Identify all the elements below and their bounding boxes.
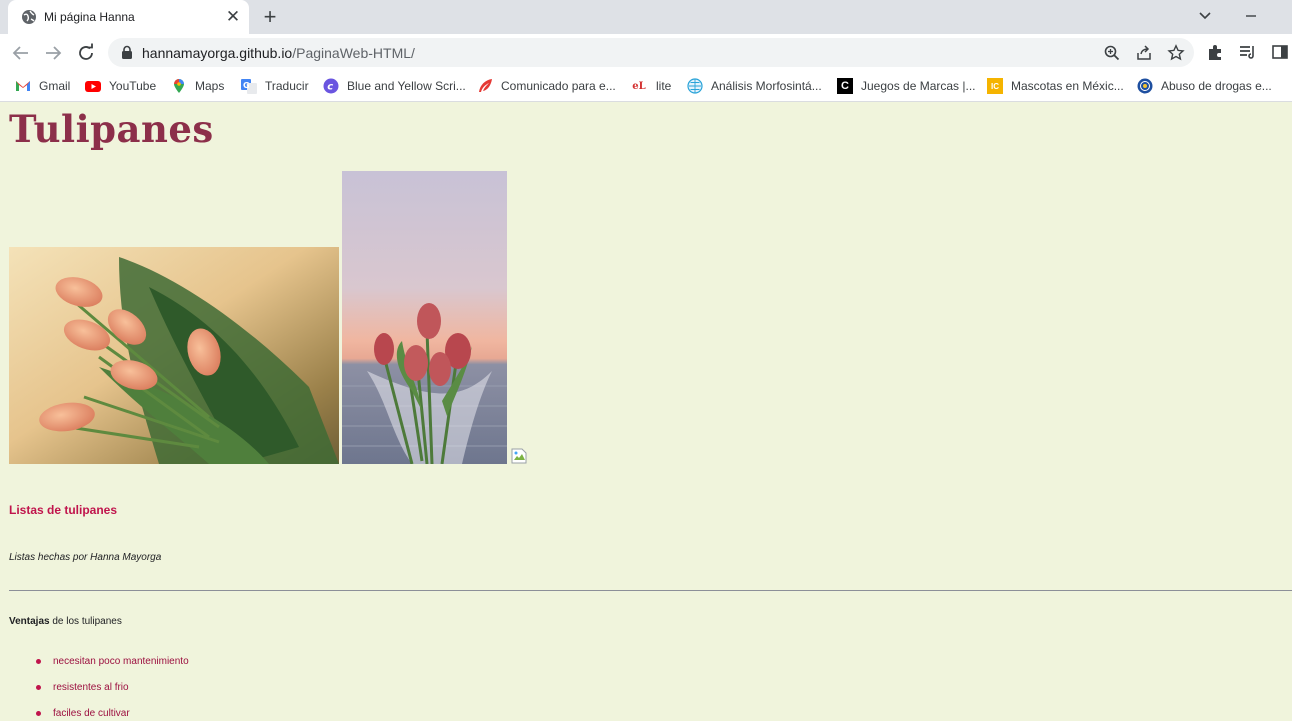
bullet-dot-icon <box>36 685 41 690</box>
list-item-text: resistentes al frio <box>53 682 129 693</box>
bullet-dot-icon <box>36 711 41 716</box>
page-title: Tulipanes <box>9 107 214 151</box>
url-text[interactable]: hannamayorga.github.io/PaginaWeb-HTML/ <box>142 45 415 61</box>
bookmark-traducir[interactable]: G Traducir <box>241 76 309 96</box>
ic-logo-icon: IC <box>987 78 1003 94</box>
zoom-icon[interactable] <box>1103 44 1121 62</box>
reload-icon[interactable] <box>75 42 97 64</box>
advantages-rest: de los tulipanes <box>49 616 122 627</box>
list-item-text: necesitan poco mantenimiento <box>53 656 189 667</box>
url-path: /PaginaWeb-HTML/ <box>292 45 415 61</box>
bookmark-youtube[interactable]: YouTube <box>85 76 156 96</box>
address-bar[interactable]: hannamayorga.github.io/PaginaWeb-HTML/ <box>108 38 1194 67</box>
minimize-window-icon[interactable] <box>1239 5 1263 27</box>
bookmark-mascotas[interactable]: IC Mascotas en Méxic... <box>987 76 1124 96</box>
bookmark-abuso[interactable]: Abuso de drogas e... <box>1137 76 1272 96</box>
bookmark-gmail[interactable]: Gmail <box>15 76 70 96</box>
gmail-icon <box>16 81 30 91</box>
bookmark-blue-yellow[interactable]: c Blue and Yellow Scri... <box>323 76 466 96</box>
seal-icon <box>1137 78 1153 94</box>
reading-list-icon[interactable] <box>1238 42 1258 62</box>
translate-icon: G <box>241 79 257 94</box>
globe-icon <box>687 78 703 94</box>
advantages-bold: Ventajas <box>9 616 50 627</box>
back-arrow-icon[interactable] <box>10 42 32 64</box>
bookmark-analisis[interactable]: Análisis Morfosintá... <box>687 76 822 96</box>
c-logo-icon: C <box>837 78 853 94</box>
horizontal-divider <box>9 590 1292 591</box>
el-lite-icon: eL <box>632 80 646 92</box>
side-panel-icon[interactable] <box>1270 42 1290 62</box>
tab-search-chevron-icon[interactable] <box>1193 5 1217 27</box>
page-content: Tulipanes Listas de tulipanes Listas hec… <box>0 103 1292 721</box>
share-icon[interactable] <box>1135 44 1153 62</box>
svg-text:c: c <box>327 82 333 93</box>
tulips-on-fabric-photo <box>9 247 339 464</box>
broken-image-icon <box>511 448 527 464</box>
byline-text: Listas hechas por Hanna Mayorga <box>9 552 162 563</box>
tab-title: Mi página Hanna <box>44 10 135 24</box>
bookmark-lite[interactable]: eL lite <box>630 76 671 96</box>
bookmark-juegos[interactable]: C Juegos de Marcas |... <box>837 76 976 96</box>
tab-strip: Mi página Hanna ✕ + <box>0 0 1292 34</box>
lock-icon[interactable] <box>120 45 134 60</box>
forward-arrow-icon[interactable] <box>42 42 64 64</box>
globe-icon <box>22 10 36 24</box>
bookmarks-bar: Gmail YouTube Maps G Traducir c Blue and… <box>0 71 1292 102</box>
new-tab-button[interactable]: + <box>260 6 280 28</box>
browser-toolbar: hannamayorga.github.io/PaginaWeb-HTML/ <box>0 34 1292 71</box>
bookmark-comunicado[interactable]: Comunicado para e... <box>477 76 616 96</box>
bookmark-maps[interactable]: Maps <box>171 76 224 96</box>
lists-heading: Listas de tulipanes <box>9 503 118 517</box>
extensions-puzzle-icon[interactable] <box>1206 42 1226 62</box>
active-tab[interactable]: Mi página Hanna ✕ <box>8 0 249 34</box>
url-domain: hannamayorga.github.io <box>142 45 293 61</box>
close-tab-icon[interactable]: ✕ <box>224 8 242 26</box>
svg-text:G: G <box>243 81 250 90</box>
bullet-dot-icon <box>36 659 41 664</box>
list-item-text: faciles de cultivar <box>53 708 130 719</box>
feather-icon <box>479 79 492 92</box>
bookmark-star-icon[interactable] <box>1167 44 1185 62</box>
youtube-icon <box>85 81 101 92</box>
tulips-at-sunset-photo <box>342 171 507 464</box>
advantages-intro: Ventajas de los tulipanes <box>9 616 122 627</box>
canva-icon: c <box>323 78 339 94</box>
maps-icon <box>174 79 184 93</box>
